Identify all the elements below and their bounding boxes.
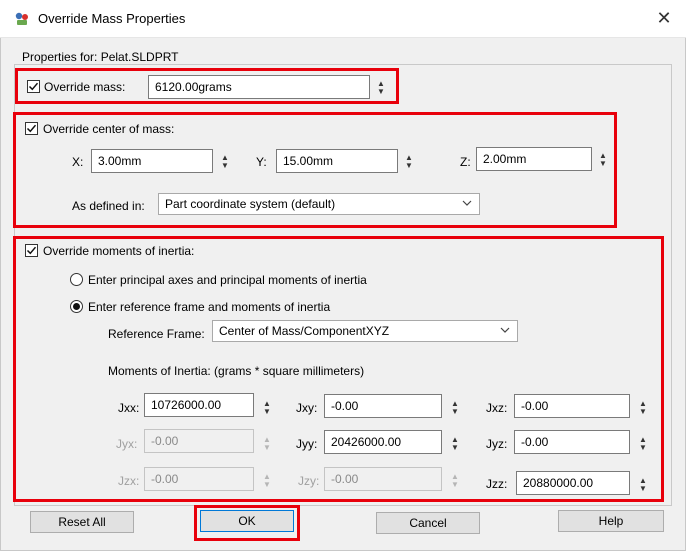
jxx-spinner-icon[interactable]: ▲ ▼ — [260, 396, 274, 420]
com-z-label: Z: — [460, 155, 471, 169]
ok-button[interactable]: OK — [200, 510, 294, 532]
spin-down-icon: ▼ — [263, 480, 271, 489]
reference-frame-value: Center of Mass/ComponentXYZ — [219, 324, 390, 338]
app-icon — [15, 12, 28, 25]
defined-in-value: Part coordinate system (default) — [165, 197, 336, 211]
mass-spinner-icon[interactable]: ▲ ▼ — [374, 76, 388, 100]
override-moments-checkbox[interactable] — [25, 244, 38, 257]
spin-down-icon: ▼ — [451, 480, 459, 489]
jyy-spinner-icon[interactable]: ▲ ▼ — [448, 432, 462, 456]
jxz-label: Jxz: — [486, 401, 508, 415]
com-z-input[interactable]: 2.00mm — [476, 147, 592, 171]
override-mass-checkbox[interactable] — [27, 80, 40, 93]
cancel-button[interactable]: Cancel — [376, 512, 480, 534]
defined-in-label: As defined in: — [72, 199, 145, 213]
override-center-of-mass-checkbox[interactable] — [25, 122, 38, 135]
spin-down-icon: ▼ — [263, 443, 271, 452]
jxy-label: Jxy: — [296, 401, 318, 415]
radio-reference-frame-label: Enter reference frame and moments of ine… — [88, 300, 331, 314]
jzy-label: Jzy: — [298, 474, 320, 488]
jyz-input[interactable]: -0.00 — [514, 430, 630, 454]
reference-frame-label: Reference Frame: — [108, 327, 205, 341]
radio-principal-axes-label: Enter principal axes and principal momen… — [88, 273, 367, 287]
window-title: Override Mass Properties — [38, 11, 186, 26]
checkmark-icon — [26, 246, 37, 255]
jzx-spinner-icon: ▲ ▼ — [260, 469, 274, 493]
chevron-down-icon — [462, 200, 472, 206]
jzz-spinner-icon[interactable]: ▲ ▼ — [636, 473, 650, 497]
spin-down-icon[interactable]: ▼ — [639, 408, 647, 416]
defined-in-dropdown[interactable]: Part coordinate system (default) — [158, 193, 480, 215]
jxx-label: Jxx: — [118, 401, 140, 415]
jzz-input[interactable]: 20880000.00 — [516, 471, 630, 495]
com-z-spinner-icon[interactable]: ▲ ▼ — [596, 148, 610, 172]
jyz-spinner-icon[interactable]: ▲ ▼ — [636, 432, 650, 456]
moments-units-label: Moments of Inertia: (grams * square mill… — [108, 364, 365, 378]
com-y-label: Y: — [256, 155, 267, 169]
jyz-label: Jyz: — [486, 437, 508, 451]
title-bar: Override Mass Properties ✕ — [0, 0, 686, 38]
override-moments-label: Override moments of inertia: — [43, 244, 195, 258]
radio-reference-frame[interactable] — [70, 300, 83, 313]
spin-down-icon[interactable]: ▼ — [221, 162, 229, 170]
chevron-down-icon — [500, 327, 510, 333]
checkmark-icon — [28, 82, 39, 91]
close-icon[interactable]: ✕ — [650, 6, 678, 32]
jxz-spinner-icon[interactable]: ▲ ▼ — [636, 396, 650, 420]
spin-down-icon[interactable]: ▼ — [599, 160, 607, 168]
com-x-label: X: — [72, 155, 84, 169]
jxy-input[interactable]: -0.00 — [324, 394, 442, 418]
jzy-input: -0.00 — [324, 467, 442, 491]
jyx-input: -0.00 — [144, 429, 254, 453]
jyx-spinner-icon: ▲ ▼ — [260, 432, 274, 456]
spin-down-icon[interactable]: ▼ — [451, 444, 459, 452]
com-y-input[interactable]: 15.00mm — [276, 149, 398, 173]
jxz-input[interactable]: -0.00 — [514, 394, 630, 418]
spin-down-icon[interactable]: ▼ — [263, 408, 271, 416]
radio-selected-dot — [73, 303, 80, 310]
spin-down-icon[interactable]: ▼ — [451, 408, 459, 416]
spin-down-icon[interactable]: ▼ — [405, 162, 413, 170]
properties-for-label: Properties for: Pelat.SLDPRT — [22, 50, 179, 64]
override-center-of-mass-label: Override center of mass: — [43, 122, 175, 136]
jzz-label: Jzz: — [486, 477, 508, 491]
jyy-label: Jyy: — [296, 437, 318, 451]
checkmark-icon — [26, 124, 37, 133]
com-x-spinner-icon[interactable]: ▲ ▼ — [218, 150, 232, 174]
mass-input[interactable]: 6120.00grams — [148, 75, 370, 99]
jxy-spinner-icon[interactable]: ▲ ▼ — [448, 396, 462, 420]
help-button[interactable]: Help — [558, 510, 664, 532]
com-y-spinner-icon[interactable]: ▲ ▼ — [402, 150, 416, 174]
jyx-label: Jyx: — [116, 437, 138, 451]
jxx-input[interactable]: 10726000.00 — [144, 393, 254, 417]
radio-principal-axes[interactable] — [70, 273, 83, 286]
reset-all-button[interactable]: Reset All — [30, 511, 134, 533]
override-mass-label: Override mass: — [44, 80, 126, 94]
jyy-input[interactable]: 20426000.00 — [324, 430, 442, 454]
spin-down-icon[interactable]: ▼ — [639, 485, 647, 493]
com-x-input[interactable]: 3.00mm — [91, 149, 213, 173]
reference-frame-dropdown[interactable]: Center of Mass/ComponentXYZ — [212, 320, 518, 342]
jzx-input: -0.00 — [144, 467, 254, 491]
spin-down-icon[interactable]: ▼ — [639, 444, 647, 452]
jzy-spinner-icon: ▲ ▼ — [448, 469, 462, 493]
jzx-label: Jzx: — [118, 474, 140, 488]
spin-down-icon[interactable]: ▼ — [377, 88, 385, 96]
